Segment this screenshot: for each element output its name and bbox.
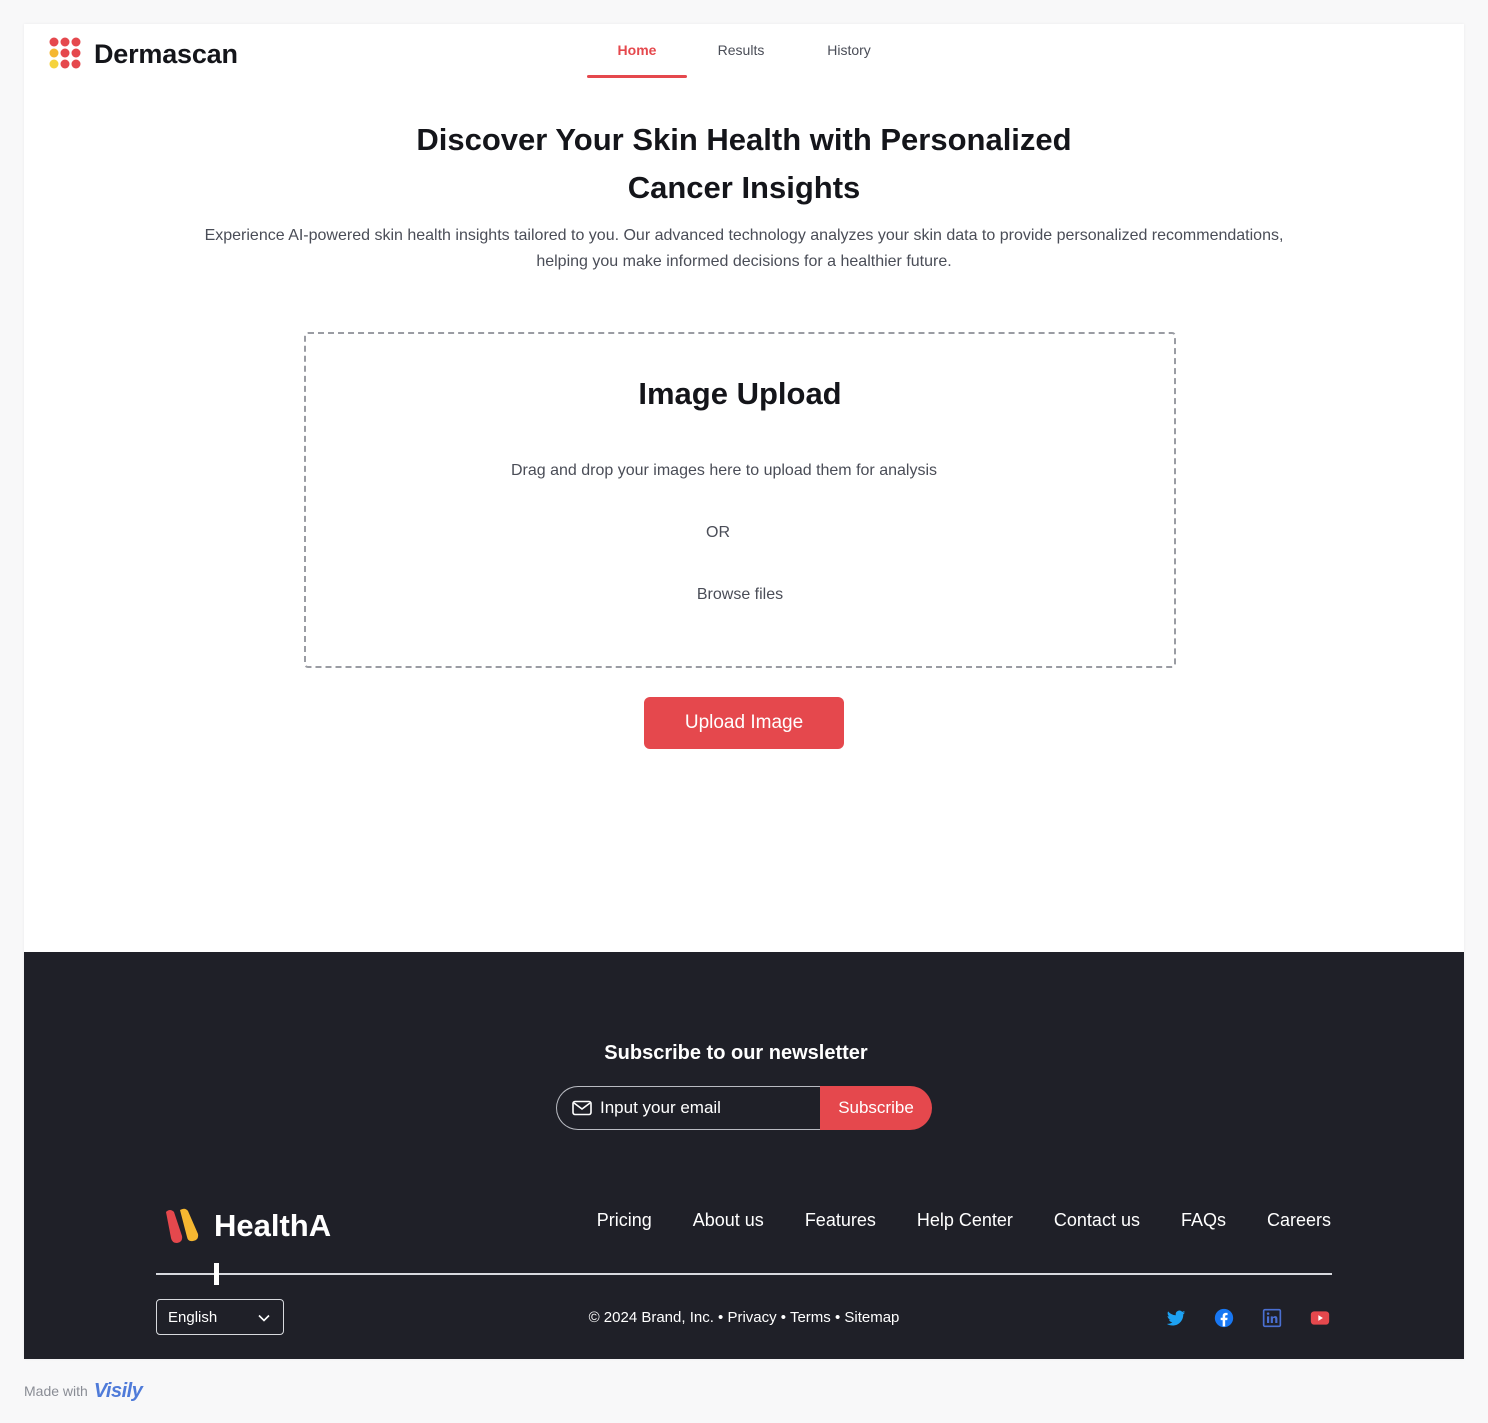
linkedin-icon[interactable] bbox=[1262, 1308, 1282, 1328]
newsletter-title: Subscribe to our newsletter bbox=[604, 1042, 868, 1064]
footer-divider-marker bbox=[214, 1263, 219, 1285]
subscribe-button[interactable]: Subscribe bbox=[820, 1086, 932, 1130]
healtha-logo-icon bbox=[166, 1208, 199, 1243]
footer: Subscribe to our newsletter Subscribe He… bbox=[24, 952, 1464, 1359]
social-links bbox=[1166, 1308, 1358, 1328]
dermascan-logo-icon bbox=[49, 37, 81, 69]
footer-link-help-center[interactable]: Help Center bbox=[917, 1210, 1013, 1231]
hero-title-line1: Discover Your Skin Health with Personali… bbox=[416, 122, 1072, 157]
footer-links: Pricing About us Features Help Center Co… bbox=[556, 1210, 1331, 1231]
brand-name: Dermascan bbox=[94, 38, 238, 69]
made-with-badge[interactable]: Made with Visily bbox=[24, 1377, 143, 1405]
footer-link-about-us[interactable]: About us bbox=[693, 1210, 764, 1231]
browse-files-link[interactable]: Browse files bbox=[306, 586, 1174, 604]
email-input[interactable] bbox=[600, 1098, 820, 1118]
upload-image-button[interactable]: Upload Image bbox=[644, 697, 844, 749]
tab-history[interactable]: History bbox=[795, 24, 903, 76]
tab-home[interactable]: Home bbox=[587, 24, 687, 78]
newsletter-form: Subscribe bbox=[556, 1086, 932, 1130]
facebook-icon[interactable] bbox=[1214, 1308, 1234, 1328]
visily-logo: Visily bbox=[93, 1379, 143, 1402]
mail-icon bbox=[572, 1100, 592, 1116]
upload-title: Image Upload bbox=[638, 376, 842, 411]
upload-drag-text: Drag and drop your images here to upload… bbox=[510, 462, 937, 479]
footer-brand-name: HealthA bbox=[214, 1208, 332, 1243]
youtube-icon[interactable] bbox=[1310, 1308, 1330, 1328]
hero-subtitle: Experience AI-powered skin health insigh… bbox=[144, 223, 1344, 275]
twitter-icon[interactable] bbox=[1166, 1308, 1186, 1328]
footer-brand[interactable]: HealthA bbox=[160, 1206, 331, 1246]
made-with-text: Made with bbox=[24, 1383, 88, 1399]
image-drop-zone[interactable]: Image Upload Drag and drop your images h… bbox=[304, 332, 1176, 668]
upload-or-text: OR bbox=[706, 524, 730, 541]
footer-link-pricing[interactable]: Pricing bbox=[597, 1210, 652, 1231]
footer-link-contact-us[interactable]: Contact us bbox=[1054, 1210, 1140, 1231]
hero-title-line2: Cancer Insights bbox=[627, 170, 861, 205]
footer-link-features[interactable]: Features bbox=[805, 1210, 876, 1231]
main-nav: Home Results History bbox=[587, 24, 903, 78]
footer-link-faqs[interactable]: FAQs bbox=[1181, 1210, 1226, 1231]
footer-divider bbox=[156, 1273, 1332, 1275]
app-page: Dermascan Home Results History Discover … bbox=[24, 24, 1464, 1359]
brand[interactable]: Dermascan bbox=[48, 34, 238, 74]
footer-link-careers[interactable]: Careers bbox=[1267, 1210, 1331, 1231]
hero-title: Discover Your Skin Health with Personali… bbox=[344, 116, 1144, 212]
email-field-wrapper[interactable] bbox=[556, 1086, 820, 1130]
tab-results[interactable]: Results bbox=[687, 24, 795, 76]
top-header: Dermascan Home Results History bbox=[24, 24, 1464, 94]
hero-subtitle-line1: Experience AI-powered skin health insigh… bbox=[204, 227, 1284, 244]
hero-subtitle-line2: helping you make informed decisions for … bbox=[536, 253, 952, 270]
